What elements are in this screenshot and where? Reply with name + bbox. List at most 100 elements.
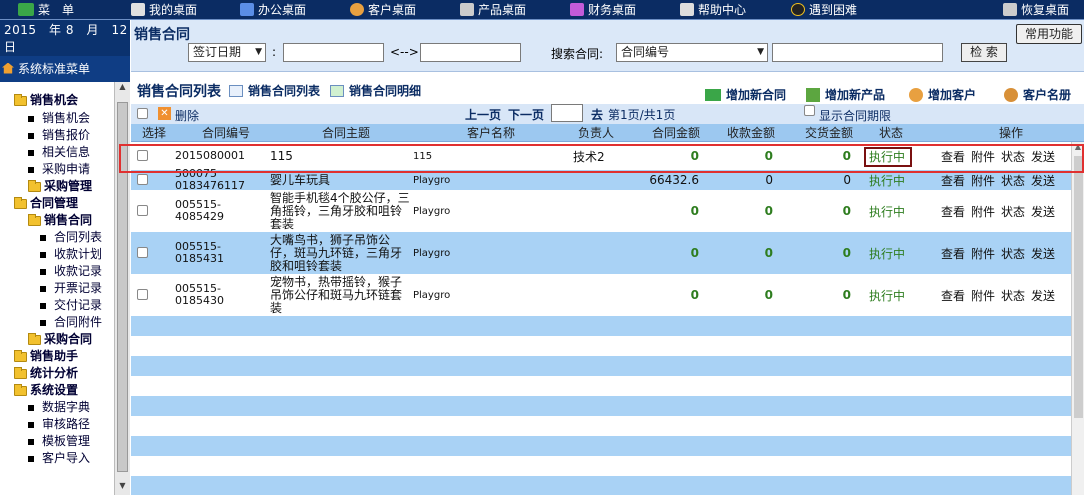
table-row[interactable]: 005515-0185431 大嘴鸟书，狮子吊饰公仔，斑马九环链，三角牙胶和咀铃套… xyxy=(131,232,1071,274)
sidebar-item[interactable]: 统计分析 xyxy=(14,365,78,382)
sidebar-item[interactable]: 交付记录 xyxy=(40,297,102,314)
nav-help-center[interactable]: 帮助中心 xyxy=(680,0,746,20)
sidebar-item[interactable]: 模板管理 xyxy=(28,433,90,450)
search-field-select[interactable]: 合同编号 ▼ xyxy=(616,43,768,62)
sidebar-item[interactable]: 审核路径 xyxy=(28,416,90,433)
status-link[interactable]: 状态 xyxy=(1001,232,1031,274)
view-link[interactable]: 查看 xyxy=(941,274,971,316)
table-row[interactable]: 500075 0183476117 婴儿车玩具 Playgro 66432.6 0 0 执行… xyxy=(131,168,1071,192)
status-link[interactable]: 状态 xyxy=(1001,142,1031,170)
contract-number[interactable]: 500075 0183476117 xyxy=(175,168,265,192)
contract-status[interactable]: 执行中 xyxy=(869,190,909,232)
sidebar-item[interactable]: 系统设置 xyxy=(14,382,78,399)
common-functions-button[interactable]: 常用功能 xyxy=(1016,24,1082,44)
search-button[interactable]: 检 索 xyxy=(961,43,1007,62)
link-add-customer[interactable]: 增加客户 xyxy=(909,86,976,103)
menu-title[interactable]: 系统标准菜单 xyxy=(0,56,130,80)
attachment-link[interactable]: 附件 xyxy=(971,170,1001,190)
table-row[interactable]: 2015080001 115 115 技术2 0 0 0 执行中 查看 附件 状态 发送 xyxy=(131,142,1071,170)
row-checkbox[interactable] xyxy=(137,174,148,185)
attachment-link[interactable]: 附件 xyxy=(971,142,1001,170)
row-checkbox[interactable] xyxy=(137,289,148,300)
table-row[interactable]: 005515-0185430 宠物书，热带摇铃，猴子吊饰公仔和斑马九环链套装 Pla… xyxy=(131,274,1071,316)
link-sales-contract-list[interactable]: 销售合同列表 xyxy=(229,82,320,99)
go-link[interactable]: 去 xyxy=(591,106,603,123)
contract-number[interactable]: 2015080001 xyxy=(175,142,265,170)
scroll-up-icon[interactable]: ▲ xyxy=(115,82,130,96)
nav-menu[interactable]: 菜 单 xyxy=(18,0,74,20)
sidebar-item[interactable]: 销售机会 xyxy=(28,110,90,127)
sidebar-item[interactable]: 合同附件 xyxy=(40,314,102,331)
attachment-link[interactable]: 附件 xyxy=(971,190,1001,232)
next-page-link[interactable]: 下一页 xyxy=(508,106,544,123)
send-link[interactable]: 发送 xyxy=(1031,170,1061,190)
sidebar-item[interactable]: 收款计划 xyxy=(40,246,102,263)
sidebar-item[interactable]: 合同管理 xyxy=(14,195,78,212)
contract-subject[interactable]: 115 xyxy=(270,142,410,170)
sidebar-item[interactable]: 客户导入 xyxy=(28,450,90,467)
table-scrollbar[interactable]: ▲ xyxy=(1071,142,1084,495)
sidebar-item[interactable]: 收款记录 xyxy=(40,263,102,280)
sidebar-item[interactable]: 数据字典 xyxy=(28,399,90,416)
sidebar-scrollbar[interactable]: ▲ ▼ xyxy=(114,82,130,495)
sidebar-item[interactable]: 采购申请 xyxy=(28,161,90,178)
nav-get-help[interactable]: 遇到困难 xyxy=(791,0,857,20)
header-customer[interactable]: 客户名称 xyxy=(456,124,526,142)
end-date-input[interactable] xyxy=(420,43,521,62)
attachment-link[interactable]: 附件 xyxy=(971,232,1001,274)
scroll-down-icon[interactable]: ▼ xyxy=(115,481,130,495)
status-link[interactable]: 状态 xyxy=(1001,274,1031,316)
start-date-input[interactable] xyxy=(283,43,384,62)
nav-my-desktop[interactable]: 我的桌面 xyxy=(131,0,197,20)
contract-subject[interactable]: 婴儿车玩具 xyxy=(270,170,410,190)
show-expiry-checkbox[interactable] xyxy=(804,105,815,116)
scroll-thumb[interactable] xyxy=(1074,156,1083,418)
view-link[interactable]: 查看 xyxy=(941,142,971,170)
row-checkbox[interactable] xyxy=(137,150,148,161)
send-link[interactable]: 发送 xyxy=(1031,232,1061,274)
nav-customer-desktop[interactable]: 客户桌面 xyxy=(350,0,416,20)
link-add-contract[interactable]: 增加新合同 xyxy=(705,86,786,103)
header-owner[interactable]: 负责人 xyxy=(571,124,621,142)
contract-subject[interactable]: 智能手机毯4个胶公仔，三角摇铃，三角牙胶和咀铃套装 xyxy=(270,190,410,232)
link-add-product[interactable]: 增加新产品 xyxy=(806,86,885,103)
nav-product-desktop[interactable]: 产品桌面 xyxy=(460,0,526,20)
contract-status[interactable]: 执行中 xyxy=(869,170,909,190)
send-link[interactable]: 发送 xyxy=(1031,190,1061,232)
view-link[interactable]: 查看 xyxy=(941,232,971,274)
contract-number[interactable]: 005515-4085429 xyxy=(175,190,265,232)
contract-status[interactable]: 执行中 xyxy=(869,142,909,170)
row-checkbox[interactable] xyxy=(137,205,148,216)
status-link[interactable]: 状态 xyxy=(1001,190,1031,232)
header-subject[interactable]: 合同主题 xyxy=(311,124,381,142)
nav-restore-desktop[interactable]: 恢复桌面 xyxy=(1003,0,1069,20)
link-customer-list[interactable]: 客户名册 xyxy=(1004,86,1071,103)
sidebar-item[interactable]: 合同列表 xyxy=(40,229,102,246)
table-row[interactable]: 005515-4085429 智能手机毯4个胶公仔，三角摇铃，三角牙胶和咀铃套装 P… xyxy=(131,190,1071,232)
header-delivered[interactable]: 交货金额 xyxy=(794,124,864,142)
contract-subject[interactable]: 宠物书，热带摇铃，猴子吊饰公仔和斑马九环链套装 xyxy=(270,274,410,316)
sidebar-item[interactable]: 相关信息 xyxy=(28,144,90,161)
delete-icon[interactable]: ✕ xyxy=(158,107,171,120)
select-all-checkbox[interactable] xyxy=(137,108,148,119)
sidebar-item[interactable]: 销售报价 xyxy=(28,127,90,144)
contract-number[interactable]: 005515-0185431 xyxy=(175,232,265,274)
link-sales-contract-detail[interactable]: 销售合同明细 xyxy=(330,82,421,99)
send-link[interactable]: 发送 xyxy=(1031,142,1061,170)
header-amount[interactable]: 合同金额 xyxy=(641,124,711,142)
send-link[interactable]: 发送 xyxy=(1031,274,1061,316)
row-checkbox[interactable] xyxy=(137,247,148,258)
sidebar-item[interactable]: 采购合同 xyxy=(28,331,92,348)
nav-finance-desktop[interactable]: 财务桌面 xyxy=(570,0,636,20)
page-number-input[interactable] xyxy=(551,104,583,122)
sidebar-item[interactable]: 开票记录 xyxy=(40,280,102,297)
status-link[interactable]: 状态 xyxy=(1001,170,1031,190)
prev-page-link[interactable]: 上一页 xyxy=(465,106,501,123)
tree-folder-sales-opportunity[interactable]: 销售机会 xyxy=(14,92,78,109)
header-contract-no[interactable]: 合同编号 xyxy=(191,124,261,142)
sidebar-item[interactable]: 采购管理 xyxy=(28,178,92,195)
scroll-thumb[interactable] xyxy=(117,102,128,472)
view-link[interactable]: 查看 xyxy=(941,190,971,232)
nav-office-desktop[interactable]: 办公桌面 xyxy=(240,0,306,20)
contract-status[interactable]: 执行中 xyxy=(869,232,909,274)
